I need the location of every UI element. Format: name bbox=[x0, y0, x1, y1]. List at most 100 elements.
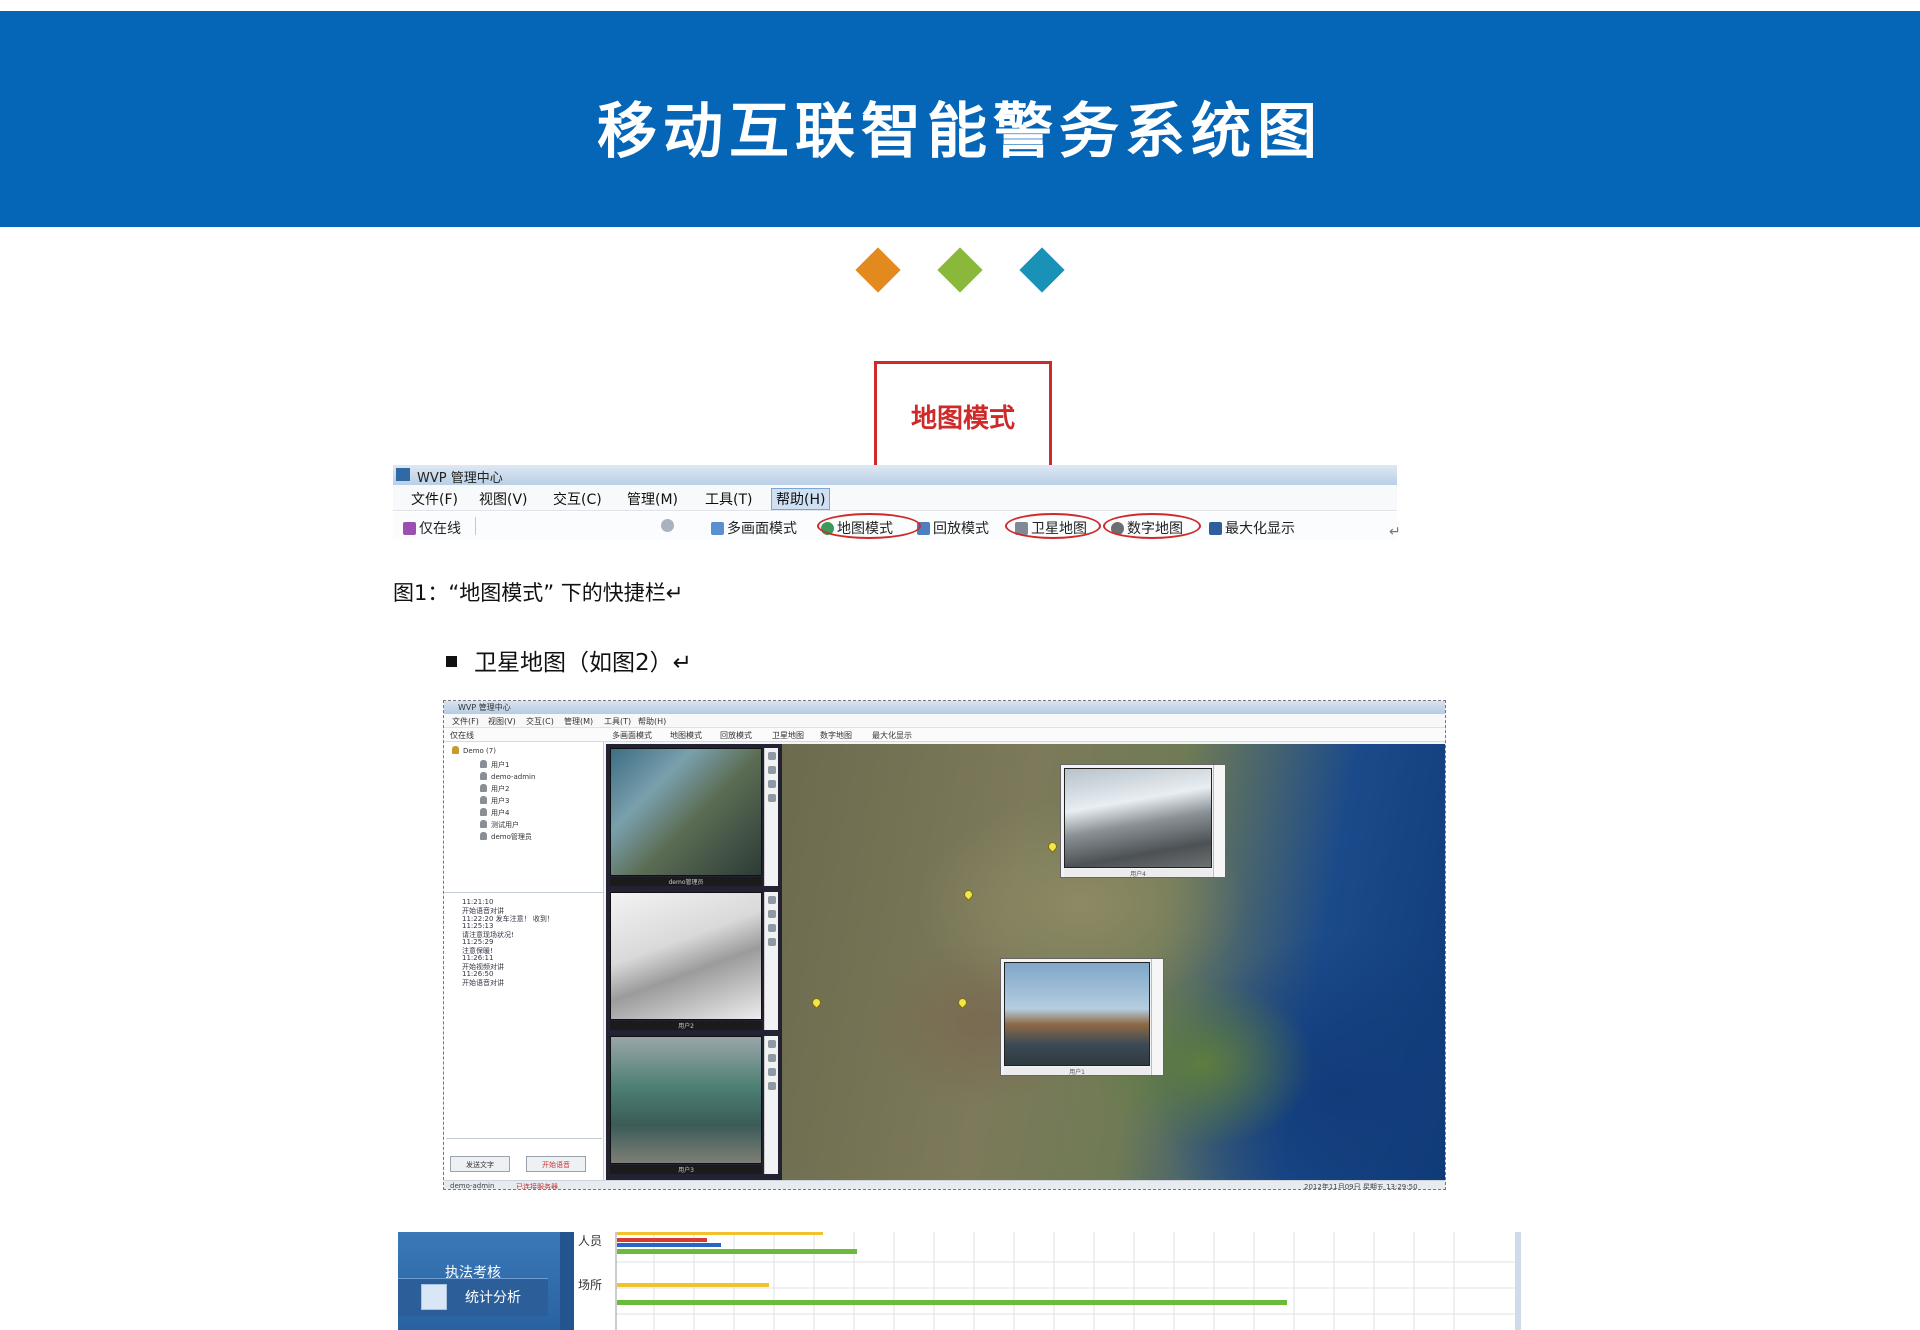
video-popup-image bbox=[1004, 962, 1150, 1066]
video-controls bbox=[764, 892, 778, 1030]
playback-mode-button[interactable]: 回放模式 bbox=[917, 518, 989, 538]
location-pin-icon[interactable] bbox=[962, 888, 975, 901]
chart-bar bbox=[617, 1232, 823, 1235]
audio-icon[interactable] bbox=[768, 938, 776, 946]
video-popup[interactable]: 用户1 bbox=[1000, 958, 1164, 1076]
online-only-toggle[interactable]: 仅在线 bbox=[450, 730, 474, 741]
audio-icon[interactable] bbox=[768, 794, 776, 802]
blue-diamond-icon bbox=[1019, 247, 1065, 293]
users-icon bbox=[403, 522, 416, 535]
tree-user-label: 用户2 bbox=[491, 785, 510, 793]
maximize-button[interactable]: 最大化显示 bbox=[872, 730, 912, 741]
message-line: 11:21:10 bbox=[462, 898, 494, 906]
menu-view[interactable]: 视图(V) bbox=[475, 489, 532, 509]
digital-map-highlight bbox=[1103, 513, 1201, 539]
close-icon[interactable] bbox=[768, 896, 776, 904]
video-column: demo管理员 用户2 用户3 bbox=[606, 744, 782, 1180]
location-pin-icon[interactable] bbox=[1046, 840, 1059, 853]
menu-help[interactable]: 帮助(H) bbox=[771, 488, 831, 510]
menu-tools[interactable]: 工具(T) bbox=[701, 489, 756, 509]
multi-screen-label: 多画面模式 bbox=[727, 521, 797, 537]
video-frame bbox=[610, 748, 762, 876]
video-popup-caption: 用户4 bbox=[1064, 869, 1212, 878]
video-popup-controls bbox=[1213, 765, 1225, 877]
window-title: WVP 管理中心 bbox=[417, 471, 503, 486]
maximize-icon bbox=[1209, 522, 1222, 535]
audio-icon[interactable] bbox=[768, 1082, 776, 1090]
location-pin-icon[interactable] bbox=[956, 996, 969, 1009]
map-mode-button[interactable]: 地图模式 bbox=[670, 730, 702, 741]
app-icon bbox=[396, 468, 410, 481]
send-text-button[interactable]: 发送文字 bbox=[450, 1156, 510, 1172]
satellite-map-highlight bbox=[1005, 513, 1101, 539]
tree-user[interactable]: demo管理员 bbox=[480, 832, 532, 842]
shortcut-toolbar: 仅在线 多画面模式 地图模式 回放模式 卫星地图 数字地图 最大化显示 bbox=[393, 512, 1397, 540]
record-icon[interactable] bbox=[768, 924, 776, 932]
menu-file[interactable]: 文件(F) bbox=[407, 489, 462, 509]
menu-tools[interactable]: 工具(T) bbox=[604, 716, 631, 727]
message-line: 11:26:11 bbox=[462, 954, 494, 962]
multi-screen-mode-button[interactable]: 多画面模式 bbox=[711, 518, 797, 538]
chart-bar bbox=[617, 1243, 721, 1247]
panel-divider bbox=[444, 892, 604, 893]
menu-manage[interactable]: 管理(M) bbox=[623, 489, 682, 509]
record-icon[interactable] bbox=[768, 780, 776, 788]
menu-help[interactable]: 帮助(H) bbox=[638, 716, 666, 727]
satellite-map-view[interactable]: 用户4 用户1 bbox=[782, 744, 1445, 1180]
tree-root[interactable]: Demo (7) bbox=[452, 746, 496, 755]
grid-icon bbox=[711, 522, 724, 535]
callout-label: 地图模式 bbox=[910, 404, 1015, 434]
record-icon[interactable] bbox=[768, 1068, 776, 1076]
playback-mode-button[interactable]: 回放模式 bbox=[720, 730, 752, 741]
menu-manage[interactable]: 管理(M) bbox=[564, 716, 593, 727]
tree-user[interactable]: 用户4 bbox=[480, 808, 509, 818]
satellite-map-button[interactable]: 卫星地图 bbox=[772, 730, 804, 741]
status-user: demo-admin bbox=[450, 1182, 495, 1190]
page-title: 移动互联智能警务系统图 bbox=[597, 97, 1323, 167]
maximize-label: 最大化显示 bbox=[1225, 521, 1295, 537]
tree-user-label: demo-admin bbox=[491, 773, 536, 781]
user-icon bbox=[480, 808, 487, 816]
input-divider bbox=[446, 1138, 602, 1139]
close-icon[interactable] bbox=[768, 1040, 776, 1048]
online-only-toggle[interactable]: 仅在线 bbox=[403, 518, 461, 538]
menu-interact[interactable]: 交互(C) bbox=[526, 716, 554, 727]
row-label: 场所 bbox=[578, 1278, 603, 1292]
user-icon bbox=[480, 760, 487, 768]
tree-user[interactable]: 用户2 bbox=[480, 784, 509, 794]
window-titlebar: WVP 管理中心 bbox=[444, 701, 1445, 714]
maximize-button[interactable]: 最大化显示 bbox=[1209, 518, 1295, 538]
menu-file[interactable]: 文件(F) bbox=[452, 716, 479, 727]
start-voice-button[interactable]: 开始语音 bbox=[526, 1156, 586, 1172]
search-icon bbox=[661, 519, 674, 532]
close-icon[interactable] bbox=[768, 752, 776, 760]
tree-user[interactable]: demo-admin bbox=[480, 772, 535, 781]
statistics-icon bbox=[421, 1284, 447, 1310]
video-caption: demo管理员 bbox=[610, 877, 762, 886]
video-controls bbox=[764, 748, 778, 886]
title-banner: 移动互联智能警务系统图 bbox=[0, 11, 1920, 227]
tree-user-label: 用户1 bbox=[491, 761, 510, 769]
video-popup[interactable]: 用户4 bbox=[1060, 764, 1226, 878]
snapshot-icon[interactable] bbox=[768, 766, 776, 774]
snapshot-icon[interactable] bbox=[768, 910, 776, 918]
user-icon bbox=[480, 832, 487, 840]
user-icon bbox=[480, 772, 487, 780]
menu-view[interactable]: 视图(V) bbox=[488, 716, 516, 727]
digital-map-button[interactable]: 数字地图 bbox=[820, 730, 852, 741]
snapshot-icon[interactable] bbox=[768, 1054, 776, 1062]
location-pin-icon[interactable] bbox=[810, 996, 823, 1009]
user-icon bbox=[480, 820, 487, 828]
left-panel: Demo (7) 用户1 demo-admin 用户2 用户3 用户4 测试用户… bbox=[444, 742, 604, 1182]
row-label: 人员 bbox=[578, 1234, 603, 1248]
figure1-caption: 图1：“地图模式” 下的快捷栏↵ bbox=[393, 581, 684, 605]
user-icon bbox=[480, 784, 487, 792]
map-mode-highlight bbox=[817, 513, 921, 539]
tree-user[interactable]: 测试用户 bbox=[480, 820, 519, 830]
chart-bar bbox=[617, 1249, 857, 1254]
tree-user[interactable]: 用户1 bbox=[480, 760, 509, 770]
search-button[interactable] bbox=[661, 518, 677, 534]
menu-interact[interactable]: 交互(C) bbox=[549, 489, 606, 509]
tree-user[interactable]: 用户3 bbox=[480, 796, 509, 806]
multi-screen-mode-button[interactable]: 多画面模式 bbox=[612, 730, 652, 741]
